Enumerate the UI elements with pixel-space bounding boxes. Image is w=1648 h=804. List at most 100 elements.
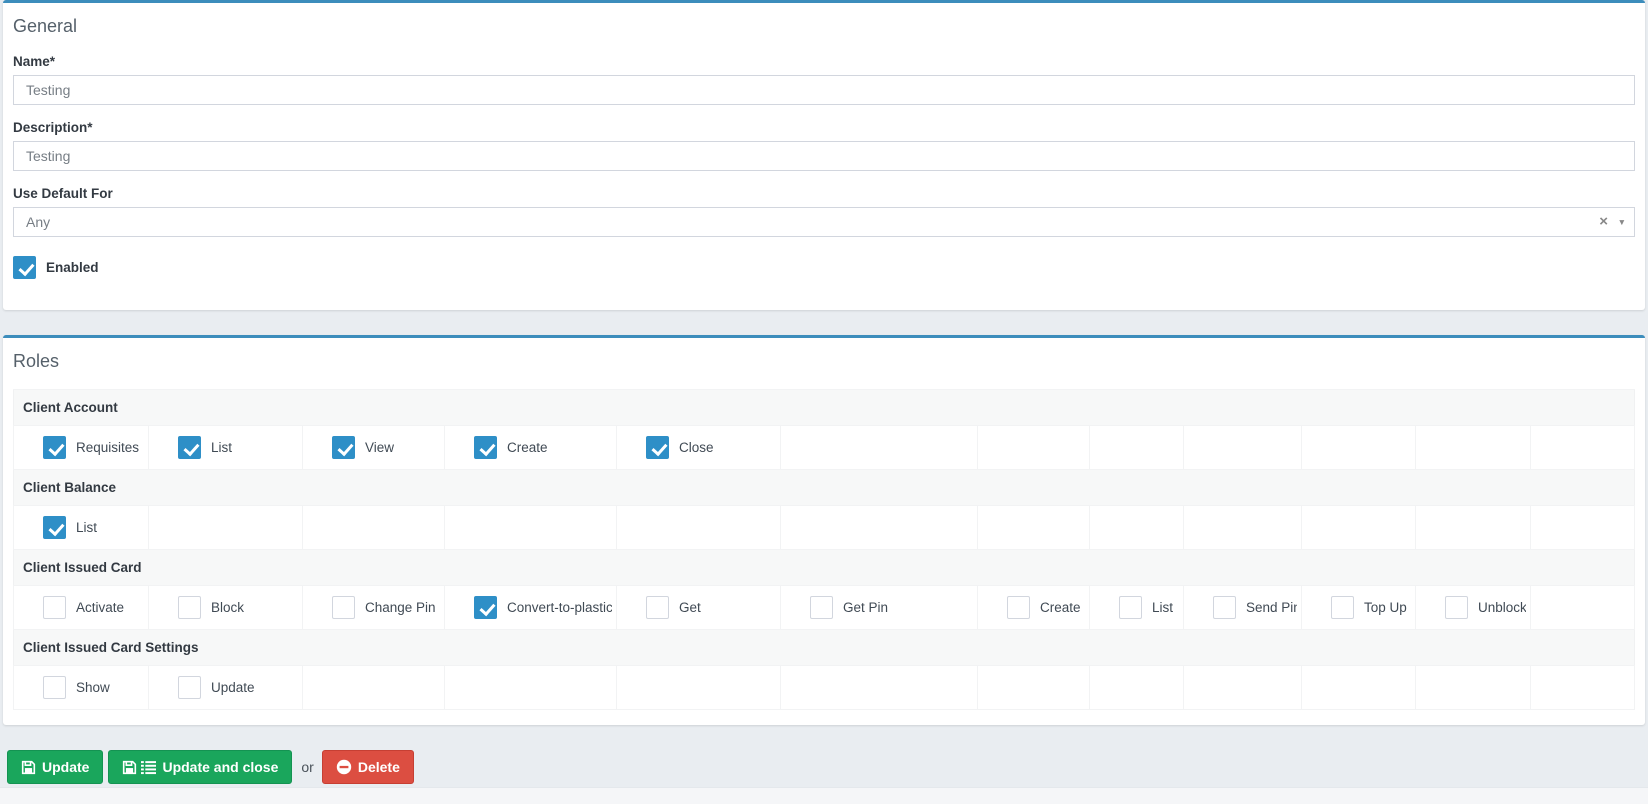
permission-label: Create <box>507 440 548 455</box>
permission-wrap: Requisites <box>43 436 144 459</box>
footer-actions: Update Update and close or Delete <box>7 750 1648 784</box>
permission-label: Create <box>1040 600 1081 615</box>
role-group-title: Client Issued Card Settings <box>13 629 1635 666</box>
permission-cell: Close <box>616 425 781 470</box>
list-icon <box>141 760 157 775</box>
permission-cell: Requisites <box>13 425 149 470</box>
permission-checkbox[interactable] <box>178 676 201 699</box>
update-button[interactable]: Update <box>7 750 104 784</box>
minus-circle-icon <box>336 759 352 775</box>
empty-permission-cell <box>977 665 1090 710</box>
use-default-for-select[interactable]: Any × ▼ <box>13 207 1635 237</box>
roles-table-body: Client Account Requisites List View Create Cl… <box>13 389 1635 710</box>
empty-permission-cell <box>1301 425 1416 470</box>
permission-checkbox[interactable] <box>1331 596 1354 619</box>
empty-permission-cell <box>1415 425 1531 470</box>
enabled-checkbox[interactable] <box>13 256 36 279</box>
empty-permission-cell <box>1530 505 1635 550</box>
chevron-down-icon[interactable]: ▼ <box>1618 217 1626 227</box>
permission-wrap: Top Up <box>1331 596 1411 619</box>
name-input[interactable] <box>13 75 1635 105</box>
description-input[interactable] <box>13 141 1635 171</box>
role-permissions-row: Requisites List View Create Close <box>13 425 1635 470</box>
permission-checkbox[interactable] <box>810 596 833 619</box>
empty-permission-cell <box>1301 665 1416 710</box>
role-group-header-row: Client Issued Card <box>13 549 1635 586</box>
role-permissions-row: Show Update <box>13 665 1635 710</box>
delete-button-label: Delete <box>357 759 400 775</box>
empty-permission-cell <box>1415 505 1531 550</box>
permission-checkbox[interactable] <box>474 436 497 459</box>
empty-permission-cell <box>780 425 978 470</box>
permission-cell: List <box>13 505 149 550</box>
empty-permission-cell <box>977 425 1090 470</box>
use-default-for-selected-value: Any <box>26 214 51 230</box>
permission-wrap: Update <box>178 676 298 699</box>
permission-label: List <box>211 440 233 455</box>
empty-permission-cell <box>1089 665 1184 710</box>
permission-wrap: List <box>178 436 298 459</box>
role-group-header-row: Client Balance <box>13 469 1635 506</box>
permission-label: Unblock <box>1478 600 1526 615</box>
permission-checkbox[interactable] <box>1213 596 1236 619</box>
permission-cell: Create <box>444 425 617 470</box>
permission-wrap: Get Pin <box>810 596 973 619</box>
permission-cell: Top Up <box>1301 585 1416 630</box>
permission-cell: Show <box>13 665 149 710</box>
empty-permission-cell <box>616 505 781 550</box>
name-form-group: Name* <box>13 54 1635 105</box>
permission-checkbox[interactable] <box>43 676 66 699</box>
page-bottom-strip <box>0 787 1648 804</box>
use-default-for-label: Use Default For <box>13 186 113 201</box>
empty-permission-cell <box>1415 665 1531 710</box>
permission-checkbox[interactable] <box>1007 596 1030 619</box>
roles-panel-title: Roles <box>13 351 60 371</box>
permission-wrap: Convert-to-plastic <box>474 596 612 619</box>
permission-checkbox[interactable] <box>332 596 355 619</box>
permission-checkbox[interactable] <box>43 596 66 619</box>
permission-checkbox[interactable] <box>1445 596 1468 619</box>
update-button-label: Update <box>42 759 90 775</box>
use-default-for-form-group: Use Default For Any × ▼ <box>13 186 1635 237</box>
permission-checkbox[interactable] <box>178 596 201 619</box>
save-icon <box>122 760 137 775</box>
permission-cell: View <box>302 425 445 470</box>
permission-label: Close <box>679 440 714 455</box>
save-icon <box>21 760 36 775</box>
empty-permission-cell <box>977 505 1090 550</box>
permission-checkbox[interactable] <box>43 516 66 539</box>
update-and-close-button[interactable]: Update and close <box>108 750 293 784</box>
permission-wrap: List <box>43 516 144 539</box>
permission-wrap: Activate <box>43 596 144 619</box>
empty-permission-cell <box>302 505 445 550</box>
role-permissions-row: List <box>13 505 1635 550</box>
empty-permission-cell <box>1530 425 1635 470</box>
permission-wrap: Get <box>646 596 776 619</box>
permission-label: Block <box>211 600 245 615</box>
clear-icon[interactable]: × <box>1599 213 1608 230</box>
permission-wrap: Block <box>178 596 298 619</box>
permission-label: List <box>76 520 98 535</box>
permission-wrap: Send Pin <box>1213 596 1297 619</box>
permission-label: Top Up <box>1364 600 1407 615</box>
empty-permission-cell <box>1089 425 1184 470</box>
empty-permission-cell <box>780 665 978 710</box>
permission-checkbox[interactable] <box>178 436 201 459</box>
empty-permission-cell <box>1530 665 1635 710</box>
delete-button[interactable]: Delete <box>321 750 414 784</box>
permission-wrap: Show <box>43 676 144 699</box>
permission-checkbox[interactable] <box>332 436 355 459</box>
permission-label: Activate <box>76 600 125 615</box>
permission-checkbox[interactable] <box>646 436 669 459</box>
name-label: Name* <box>13 54 56 69</box>
general-panel: General Name* Description* Use Default F… <box>3 0 1645 310</box>
roles-panel: Roles Client Account Requisites List View Cr… <box>3 335 1645 725</box>
permission-checkbox[interactable] <box>43 436 66 459</box>
permission-checkbox[interactable] <box>646 596 669 619</box>
permission-cell: Get Pin <box>780 585 978 630</box>
permission-checkbox[interactable] <box>1119 596 1142 619</box>
permission-checkbox[interactable] <box>474 596 497 619</box>
empty-permission-cell <box>1183 425 1302 470</box>
permission-cell: List <box>1089 585 1184 630</box>
permission-cell: Send Pin <box>1183 585 1302 630</box>
